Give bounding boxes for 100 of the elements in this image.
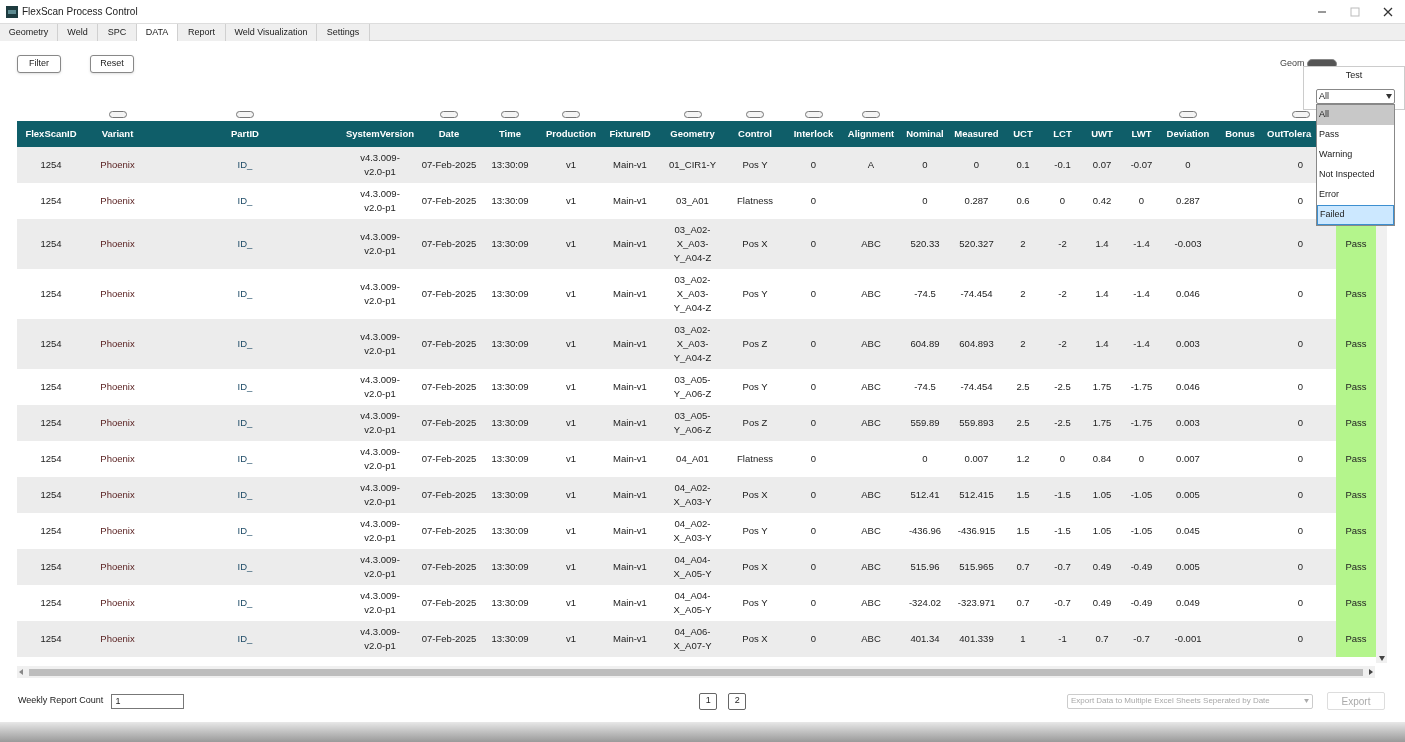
table-cell: 1254	[40, 596, 62, 610]
column-header[interactable]: Bonus	[1215, 121, 1265, 147]
tab[interactable]: Weld	[58, 24, 98, 41]
caret-icon	[1304, 699, 1309, 703]
status-cell: Pass	[1336, 319, 1376, 369]
column-header[interactable]: Geometry	[660, 121, 725, 147]
table-cell: Phoenix	[100, 632, 135, 646]
column-header[interactable]: LCT	[1043, 121, 1082, 147]
table-cell: Phoenix	[100, 194, 135, 208]
tab[interactable]: Geometry	[0, 24, 58, 41]
table-cell: 0	[810, 488, 817, 502]
filter-handle[interactable]	[440, 111, 458, 118]
table-cell: 401.339	[959, 632, 994, 646]
column-header[interactable]: Alignment	[842, 121, 900, 147]
column-header[interactable]: FlexScanID	[17, 121, 85, 147]
column-header[interactable]: FixtureID	[600, 121, 660, 147]
tab[interactable]: Settings	[317, 24, 370, 41]
table-cell: 1.4	[1095, 287, 1109, 301]
toolbar-button[interactable]: Reset	[90, 55, 134, 73]
close-icon[interactable]	[1383, 6, 1393, 17]
table-cell: Flatness	[737, 194, 773, 208]
table-cell-text: 04_A04-X_A05-Y	[672, 553, 713, 581]
filter-handle[interactable]	[862, 111, 880, 118]
table-cell: Flatness	[737, 452, 773, 466]
scroll-left-icon[interactable]	[19, 669, 23, 675]
toggle-label: Geom	[1280, 57, 1305, 70]
filter-handle[interactable]	[562, 111, 580, 118]
filter-handle[interactable]	[746, 111, 764, 118]
page-button[interactable]: 2	[728, 692, 747, 710]
table-cell: Main-v1	[613, 632, 647, 646]
column-header[interactable]: SystemVersion	[340, 121, 420, 147]
table-cell: -2	[1058, 237, 1067, 251]
table-cell: Phoenix	[100, 524, 135, 538]
filter-handle[interactable]	[1179, 111, 1197, 118]
page-button[interactable]: 1	[699, 692, 718, 710]
column-header[interactable]: Measured	[950, 121, 1003, 147]
filter-handle[interactable]	[804, 111, 823, 118]
table-cell: ABC	[861, 596, 881, 610]
table-cell: Pos Z	[742, 337, 768, 351]
status-cell: Pass	[1336, 477, 1376, 513]
table-cell-text: 03_A05-Y_A06-Z	[672, 373, 713, 401]
table-cell-text: v4.3.009-v2.0-p1	[359, 151, 401, 179]
table-cell: -1	[1058, 632, 1067, 646]
column-header[interactable]: LWT	[1122, 121, 1161, 147]
scroll-right-icon[interactable]	[1369, 669, 1373, 675]
table-cell: ID_	[237, 158, 253, 172]
toolbar-button[interactable]: Filter	[17, 55, 61, 73]
table-cell: 0	[922, 158, 928, 172]
table-cell-text: v4.3.009-v2.0-p1	[359, 280, 401, 308]
table-cell-text: v4.3.009-v2.0-p1	[359, 373, 401, 401]
filter-handle[interactable]	[108, 111, 127, 118]
column-header[interactable]: Control	[725, 121, 785, 147]
table-cell: 0	[810, 596, 817, 610]
column-header[interactable]: Nominal	[900, 121, 950, 147]
tab[interactable]: DATA	[137, 24, 178, 41]
table-cell-text: v4.3.009-v2.0-p1	[359, 517, 401, 545]
scrollbar-thumb[interactable]	[29, 668, 1363, 676]
filter-handle[interactable]	[236, 111, 254, 118]
column-header[interactable]: Variant	[85, 121, 150, 147]
tab[interactable]: SPC	[98, 24, 137, 41]
table-cell: ABC	[861, 416, 881, 430]
dropdown-option[interactable]: Failed	[1317, 205, 1394, 225]
filter-handle[interactable]	[683, 111, 702, 118]
table-cell: 07-Feb-2025	[421, 524, 477, 538]
test-filter-dropdown[interactable]: All	[1316, 89, 1395, 104]
table-cell: ABC	[861, 488, 881, 502]
table-cell: 0	[1059, 452, 1066, 466]
column-header[interactable]: PartID	[150, 121, 340, 147]
filter-handle[interactable]	[501, 111, 519, 118]
column-header[interactable]: Time	[478, 121, 542, 147]
column-header[interactable]: Interlock	[785, 121, 842, 147]
table-cell: Main-v1	[613, 452, 647, 466]
column-header[interactable]: Date	[420, 121, 478, 147]
tab[interactable]: Weld Visualization	[226, 24, 317, 41]
table-cell: 0	[810, 524, 817, 538]
table-cell: Pos Y	[742, 524, 768, 538]
table-cell: -2.5	[1054, 380, 1071, 394]
weekly-count-field[interactable]: 1	[111, 693, 185, 709]
table-cell: -436.915	[957, 524, 996, 538]
column-header[interactable]: Deviation	[1161, 121, 1215, 147]
table-cell: -1.4	[1133, 287, 1150, 301]
horizontal-scrollbar[interactable]	[17, 666, 1375, 678]
table-cell: Main-v1	[613, 596, 647, 610]
column-header[interactable]: Production	[542, 121, 600, 147]
tab[interactable]: Report	[178, 24, 226, 41]
table-cell: 520.327	[959, 237, 994, 251]
table-cell: 1254	[40, 452, 62, 466]
filter-handle[interactable]	[1291, 111, 1310, 118]
table-cell: ABC	[861, 380, 881, 394]
scroll-down-icon[interactable]	[1378, 656, 1385, 661]
table-cell: 0.6	[1016, 194, 1030, 208]
table-cell: 0.005	[1176, 488, 1200, 502]
table-cell: -436.96	[908, 524, 942, 538]
dropdown-option[interactable]: All	[1317, 105, 1394, 125]
column-header[interactable]: UWT	[1082, 121, 1122, 147]
table-cell: 515.965	[959, 560, 994, 574]
column-header[interactable]: UCT	[1003, 121, 1043, 147]
status-cell: Pass	[1336, 585, 1376, 621]
table-cell: ID_	[237, 632, 253, 646]
caret-icon	[1386, 94, 1392, 99]
